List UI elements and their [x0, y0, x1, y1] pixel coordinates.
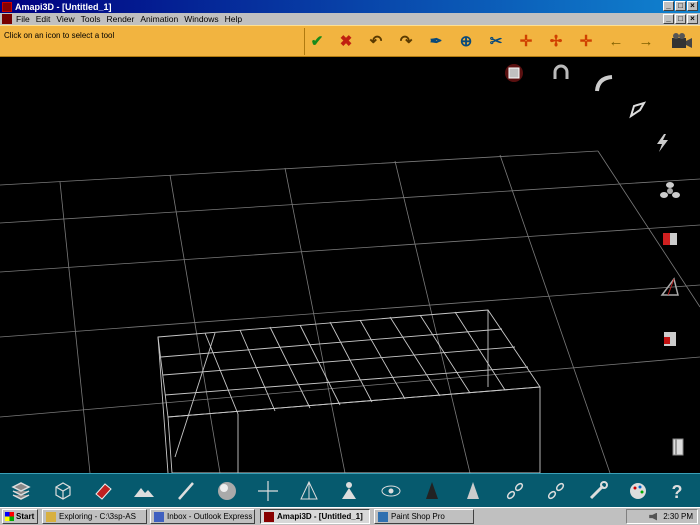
help-icon[interactable]: ? — [666, 480, 688, 502]
triangle-icon[interactable] — [660, 277, 680, 297]
amapi-icon — [264, 511, 274, 522]
checkmark-icon[interactable]: ✔ — [308, 32, 326, 50]
book-icon[interactable] — [668, 437, 688, 457]
svg-text:?: ? — [672, 482, 683, 502]
scissors-icon[interactable]: ✂ — [487, 32, 505, 50]
sphere-icon[interactable] — [216, 480, 238, 502]
mail-icon — [154, 511, 164, 522]
menu-windows[interactable]: Windows — [184, 14, 218, 24]
bend-pipe-icon[interactable] — [594, 73, 614, 93]
arrow-left-icon[interactable]: ← — [607, 32, 625, 50]
cone-light-icon[interactable] — [298, 480, 320, 502]
menu-edit[interactable]: Edit — [36, 14, 51, 24]
palette-icon[interactable] — [627, 480, 649, 502]
wrench-icon[interactable] — [587, 480, 609, 502]
window-title: Amapi3D - [Untitled_1] — [15, 1, 112, 12]
minimize-button[interactable]: _ — [663, 1, 674, 11]
task-paintshop[interactable]: Paint Shop Pro — [374, 509, 474, 524]
axis-icon[interactable]: ✛ — [517, 32, 535, 50]
menu-bar: File Edit View Tools Render Animation Wi… — [0, 13, 700, 25]
pen-icon[interactable]: ✒ — [427, 32, 445, 50]
node-tool-icon[interactable] — [628, 100, 648, 120]
person-icon[interactable] — [338, 480, 360, 502]
app-icon[interactable] — [2, 1, 12, 12]
document-icon[interactable] — [2, 14, 12, 24]
eraser-icon[interactable] — [92, 480, 114, 502]
magnet-icon[interactable] — [660, 229, 680, 249]
menu-help[interactable]: Help — [225, 14, 242, 24]
tool-strip: Click on an icon to select a tool ✔ ✖ ↶ … — [0, 25, 700, 57]
cone-dark-icon[interactable] — [421, 480, 443, 502]
menu-render[interactable]: Render — [106, 14, 134, 24]
layers-icon[interactable] — [10, 480, 32, 502]
task-amapi3d[interactable]: Amapi3D - [Untitled_1] — [260, 509, 370, 524]
task-label: Amapi3D - [Untitled_1] — [277, 512, 363, 521]
eye-icon[interactable] — [380, 480, 402, 502]
task-label: Inbox - Outlook Express — [167, 512, 253, 521]
start-label: Start — [16, 512, 35, 521]
task-label: Paint Shop Pro — [391, 512, 445, 521]
menu-file[interactable]: File — [16, 14, 30, 24]
block-icon[interactable] — [660, 329, 680, 349]
maximize-button[interactable]: □ — [675, 1, 686, 11]
clock: 2:30 PM — [663, 512, 693, 521]
axis-3-icon[interactable]: ✛ — [577, 32, 595, 50]
target-icon[interactable]: ⊕ — [457, 32, 475, 50]
task-exploring[interactable]: Exploring - C:\3sp-AS — [42, 509, 147, 524]
redo-icon[interactable]: ↷ — [397, 32, 415, 50]
cube-icon[interactable] — [52, 480, 74, 502]
cancel-icon[interactable]: ✖ — [337, 32, 355, 50]
menu-animation[interactable]: Animation — [140, 14, 178, 24]
doc-minimize-button[interactable]: _ — [663, 14, 674, 24]
terrain-icon[interactable] — [133, 480, 155, 502]
doc-restore-button[interactable]: □ — [675, 14, 686, 24]
brush-icon[interactable] — [175, 480, 197, 502]
folder-icon — [46, 511, 56, 522]
task-label: Exploring - C:\3sp-AS — [59, 512, 136, 521]
undo-icon[interactable]: ↶ — [367, 32, 385, 50]
menu-tools[interactable]: Tools — [81, 14, 101, 24]
status-hint: Click on an icon to select a tool — [4, 31, 115, 40]
doc-close-button[interactable]: × — [687, 14, 698, 24]
window-titlebar: Amapi3D - [Untitled_1] _ □ × — [0, 0, 700, 13]
axis-alt-icon[interactable]: ✢ — [547, 32, 565, 50]
magnet-box-icon[interactable] — [504, 63, 524, 83]
windows-flag-icon — [5, 512, 14, 521]
speaker-icon[interactable] — [649, 512, 658, 521]
start-button[interactable]: Start — [2, 509, 38, 524]
menu-view[interactable]: View — [56, 14, 74, 24]
system-tray: 2:30 PM — [626, 509, 698, 524]
arrow-right-icon[interactable]: → — [637, 32, 655, 50]
horseshoe-icon[interactable] — [551, 63, 571, 83]
bottom-toolbar: ? — [0, 473, 700, 507]
chain-icon[interactable] — [504, 480, 526, 502]
divider — [304, 28, 305, 55]
lightning-icon[interactable] — [652, 133, 672, 153]
crosshair-icon[interactable] — [257, 480, 279, 502]
camera-icon[interactable] — [670, 32, 694, 50]
chain2-icon[interactable] — [545, 480, 567, 502]
fan-icon[interactable] — [660, 181, 680, 201]
taskbar: Start Exploring - C:\3sp-AS Inbox - Outl… — [0, 507, 700, 525]
paint-icon — [378, 511, 388, 522]
3d-viewport[interactable] — [0, 57, 700, 473]
cone-light2-icon[interactable] — [462, 480, 484, 502]
task-outlook[interactable]: Inbox - Outlook Express — [150, 509, 255, 524]
grid-canvas — [0, 150, 700, 473]
close-button[interactable]: × — [687, 1, 698, 11]
